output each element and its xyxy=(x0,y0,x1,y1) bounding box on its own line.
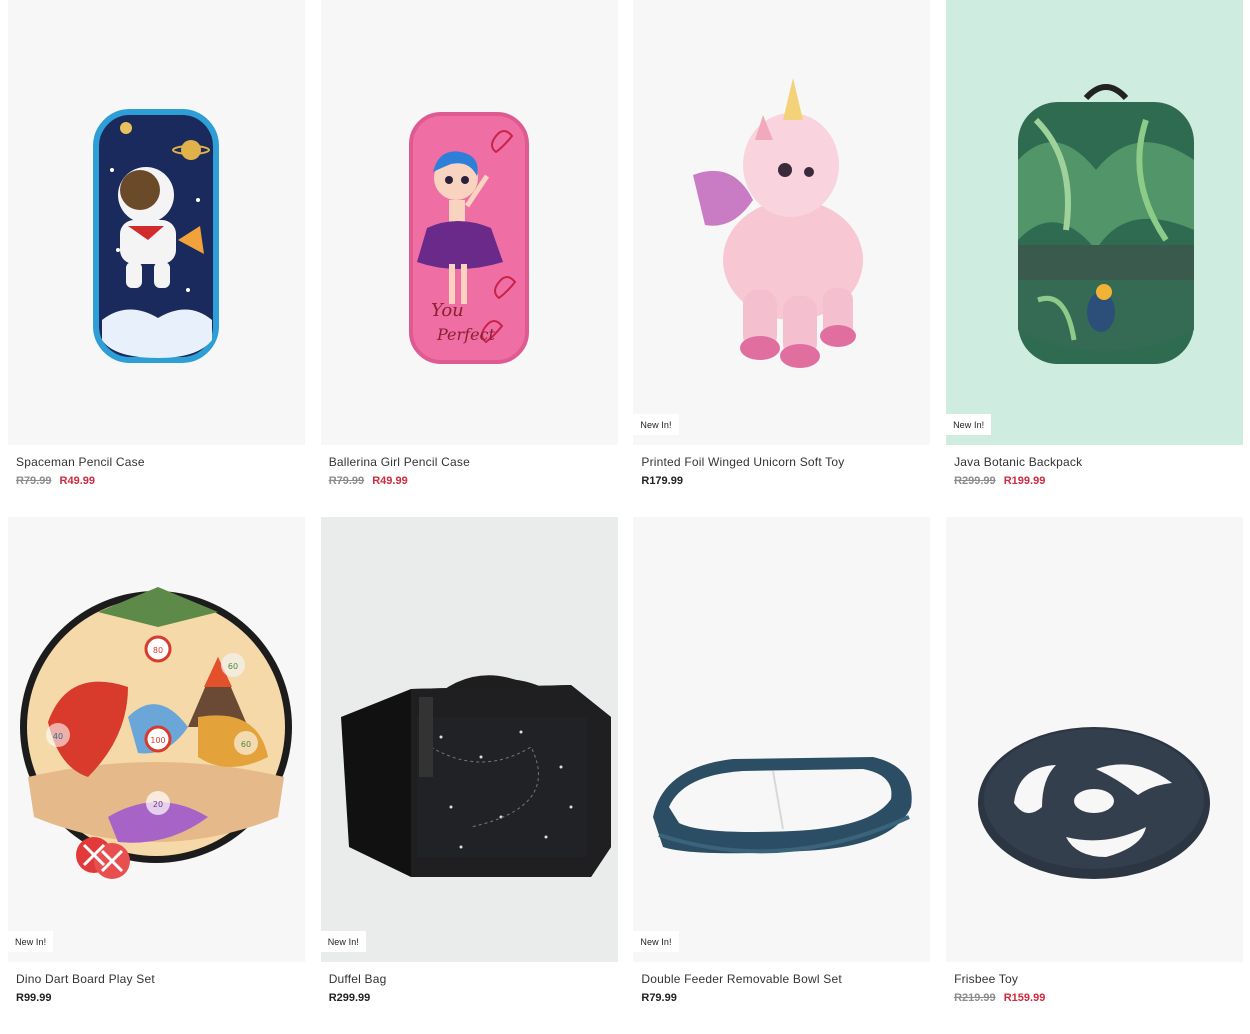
product-card[interactable]: Spaceman Pencil Case R79.99 R49.99 xyxy=(8,0,305,490)
product-name[interactable]: Frisbee Toy xyxy=(954,972,1243,986)
product-image[interactable]: New In! xyxy=(946,0,1244,445)
svg-text:You: You xyxy=(431,300,464,321)
score-label: 100 xyxy=(150,736,165,745)
product-card[interactable]: Frisbee Toy R219.99 R159.99 xyxy=(946,517,1244,1007)
product-name[interactable]: Ballerina Girl Pencil Case xyxy=(329,455,618,469)
product-grid: Spaceman Pencil Case R79.99 R49.99 You P… xyxy=(8,0,1244,1007)
original-price: R219.99 xyxy=(954,992,996,1004)
botanic-backpack-illustration xyxy=(1018,84,1195,364)
product-image[interactable]: New In! xyxy=(633,517,931,962)
original-price: R299.99 xyxy=(954,475,996,487)
product-image[interactable]: You Perfect xyxy=(320,0,618,445)
regular-price: R299.99 xyxy=(328,992,371,1004)
product-price: R99.99 xyxy=(16,991,305,1005)
product-card[interactable]: You Perfect Ballerina Girl Pencil Case R… xyxy=(320,0,618,490)
product-name[interactable]: Java Botanic Backpack xyxy=(954,455,1243,469)
new-in-badge: New In! xyxy=(320,931,366,952)
product-price: R299.99 R199.99 xyxy=(954,474,1243,488)
product-name[interactable]: Printed Foil Winged Unicorn Soft Toy xyxy=(641,455,930,469)
duffel-bag-illustration xyxy=(340,675,611,877)
svg-text:Perfect: Perfect xyxy=(436,325,496,344)
frisbee-toy-illustration xyxy=(978,727,1211,879)
new-in-badge: New In! xyxy=(8,931,54,952)
score-label: 40 xyxy=(53,732,63,741)
product-card[interactable]: New In! Duffel Bag R299.99 xyxy=(320,517,618,1007)
product-card[interactable]: New In! Java Botanic Backpack R299.99 R1… xyxy=(946,0,1244,490)
ballerina-pencil-case-illustration: You Perfect xyxy=(408,112,529,364)
product-price: R179.99 xyxy=(641,474,930,488)
sale-price: R199.99 xyxy=(1003,475,1046,487)
score-label: 20 xyxy=(153,800,163,809)
sale-price: R49.99 xyxy=(372,475,408,487)
double-feeder-bowl-illustration xyxy=(653,757,913,854)
new-in-badge: New In! xyxy=(946,414,992,435)
new-in-badge: New In! xyxy=(633,414,679,435)
product-image[interactable]: New In! xyxy=(633,0,931,445)
regular-price: R99.99 xyxy=(16,992,52,1004)
dino-dartboard-illustration: 80 60 40 100 60 20 xyxy=(20,587,292,879)
product-price: R79.99 xyxy=(641,991,930,1005)
product-price: R79.99 R49.99 xyxy=(329,474,618,488)
product-image[interactable] xyxy=(8,0,305,445)
product-card[interactable]: New In! Printed Foil Winged Unicorn Soft… xyxy=(633,0,931,490)
product-name[interactable]: Dino Dart Board Play Set xyxy=(16,972,305,986)
unicorn-soft-toy-illustration xyxy=(693,78,864,368)
score-label: 60 xyxy=(228,662,238,671)
regular-price: R79.99 xyxy=(641,992,677,1004)
product-image[interactable]: New In! xyxy=(320,517,618,962)
product-card[interactable]: New In! Double Feeder Removable Bowl Set… xyxy=(633,517,931,1007)
score-label: 80 xyxy=(153,646,163,655)
product-name[interactable]: Double Feeder Removable Bowl Set xyxy=(641,972,930,986)
product-price: R299.99 xyxy=(329,991,618,1005)
product-price: R79.99 R49.99 xyxy=(16,474,305,488)
original-price: R79.99 xyxy=(328,475,365,487)
spaceman-pencil-case-illustration xyxy=(93,109,219,363)
product-price: R219.99 R159.99 xyxy=(954,991,1243,1005)
score-label: 60 xyxy=(241,740,251,749)
product-name[interactable]: Duffel Bag xyxy=(329,972,618,986)
regular-price: R179.99 xyxy=(641,475,683,487)
product-image[interactable] xyxy=(946,517,1244,962)
new-in-badge: New In! xyxy=(633,931,679,952)
product-name[interactable]: Spaceman Pencil Case xyxy=(16,455,305,469)
product-image[interactable]: 80 60 40 100 60 20 New In! xyxy=(8,517,305,962)
product-card[interactable]: 80 60 40 100 60 20 New In! Dino Dart Boa… xyxy=(8,517,305,1007)
sale-price: R159.99 xyxy=(1003,992,1046,1004)
original-price: R79.99 xyxy=(16,475,52,487)
sale-price: R49.99 xyxy=(59,475,96,487)
